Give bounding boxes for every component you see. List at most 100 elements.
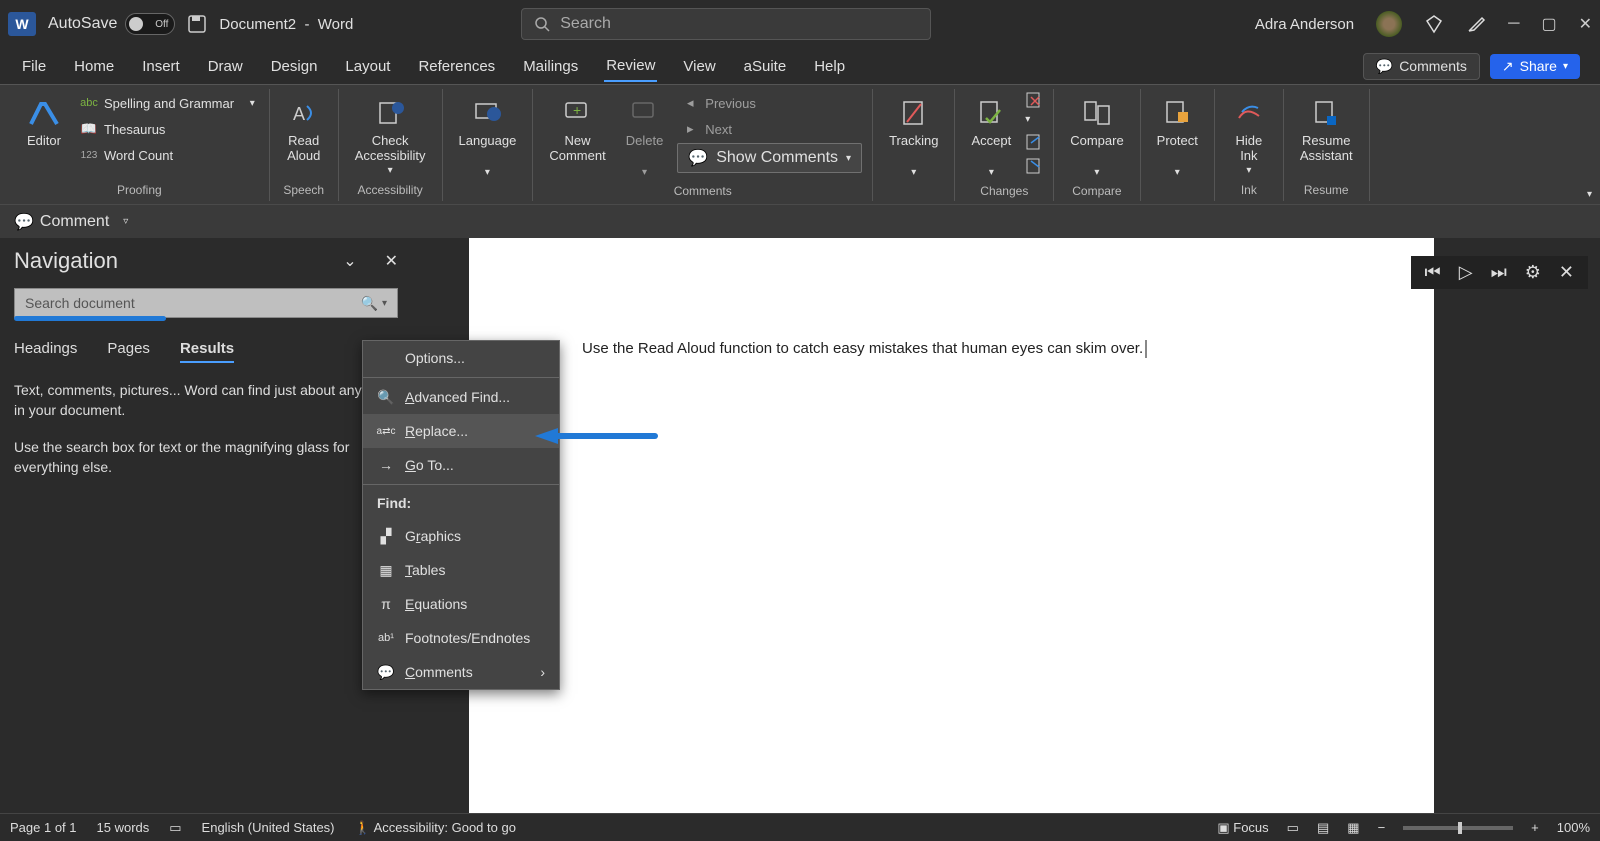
document-area[interactable]: Use the Read Aloud function to catch eas… [412, 238, 1600, 813]
tab-insert[interactable]: Insert [140, 52, 182, 81]
chevron-down-icon[interactable]: ▾ [388, 165, 393, 176]
previous-comment-button[interactable]: ◂Previous [677, 91, 862, 115]
hide-ink-button[interactable]: Hide Ink ▾ [1225, 91, 1273, 180]
document-name[interactable]: Document2 - Word [219, 16, 353, 33]
chevron-down-icon[interactable]: ▾ [989, 167, 994, 178]
avatar[interactable] [1376, 11, 1402, 37]
comments-button[interactable]: 💬 Comments [1363, 53, 1480, 80]
print-layout-icon[interactable]: ▤ [1317, 820, 1329, 836]
status-page[interactable]: Page 1 of 1 [10, 820, 77, 835]
ribbon: Editor abcSpelling and Grammar ▾ 📖Thesau… [0, 84, 1600, 204]
zoom-level[interactable]: 100% [1557, 820, 1590, 835]
nav-dropdown-icon[interactable]: ⌄ [343, 251, 356, 271]
document-page[interactable]: Use the Read Aloud function to catch eas… [469, 238, 1434, 813]
delete-comment-button[interactable]: Delete▾ [620, 91, 670, 182]
web-layout-icon[interactable]: ▦ [1347, 820, 1359, 836]
chevron-down-icon[interactable]: ▾ [1246, 165, 1251, 176]
menu-options[interactable]: Options... [363, 341, 559, 375]
new-comment-button[interactable]: + New Comment [543, 91, 611, 167]
chevron-down-icon[interactable]: ▾ [485, 167, 490, 178]
save-icon[interactable] [187, 14, 207, 34]
document-text[interactable]: Use the Read Aloud function to catch eas… [582, 340, 1147, 358]
status-words[interactable]: 15 words [97, 820, 150, 835]
autosave-toggle[interactable]: Off [125, 13, 175, 35]
compare-button[interactable]: Compare▾ [1064, 91, 1129, 182]
tab-mailings[interactable]: Mailings [521, 52, 580, 81]
word-count-button[interactable]: 123Word Count [76, 143, 259, 167]
play-icon[interactable]: ▷ [1459, 262, 1473, 283]
chevron-down-icon[interactable]: ▾ [642, 167, 647, 178]
thesaurus-button[interactable]: 📖Thesaurus [76, 117, 259, 141]
tab-view[interactable]: View [681, 52, 717, 81]
protect-button[interactable]: Protect▾ [1151, 91, 1204, 182]
resume-assistant-button[interactable]: Resume Assistant [1294, 91, 1359, 167]
rewind-icon[interactable]: ⏮ [1425, 262, 1441, 283]
spelling-button[interactable]: abcSpelling and Grammar ▾ [76, 91, 259, 115]
chevron-down-icon[interactable]: ▾ [846, 153, 851, 164]
tab-review[interactable]: Review [604, 51, 657, 82]
search-box[interactable]: Search [521, 8, 931, 40]
diamond-icon[interactable] [1424, 14, 1444, 34]
next-comment-button[interactable]: ▸Next [677, 117, 862, 141]
accept-button[interactable]: Accept▾ [965, 91, 1017, 182]
menu-tables[interactable]: ▦Tables [363, 553, 559, 587]
prev-change-icon[interactable] [1025, 133, 1043, 151]
nav-close-icon[interactable]: ✕ [385, 251, 398, 271]
close-button[interactable]: ✕ [1579, 14, 1592, 34]
menu-graphics[interactable]: ▞Graphics [363, 519, 559, 553]
language-button[interactable]: Language▾ [453, 91, 523, 182]
tab-design[interactable]: Design [269, 52, 320, 81]
forward-icon[interactable]: ⏭ [1491, 262, 1507, 283]
search-icon[interactable]: 🔍 [361, 295, 378, 312]
pen-icon[interactable] [1466, 14, 1486, 34]
next-change-icon[interactable] [1025, 157, 1043, 175]
check-accessibility-button[interactable]: Check Accessibility▾ [349, 91, 432, 180]
ribbon-collapse-icon[interactable]: ▾ [1587, 189, 1592, 200]
nav-tab-results[interactable]: Results [180, 340, 234, 363]
menu-advanced-find[interactable]: 🔍Advanced Find... [363, 380, 559, 414]
show-comments-button[interactable]: 💬Show Comments▾ [677, 143, 862, 173]
tab-draw[interactable]: Draw [206, 52, 245, 81]
menu-equations[interactable]: πEquations [363, 587, 559, 621]
tab-help[interactable]: Help [812, 52, 847, 81]
user-name[interactable]: Adra Anderson [1255, 16, 1354, 33]
prev-icon: ◂ [681, 94, 699, 112]
read-aloud-button[interactable]: A Read Aloud [280, 91, 328, 167]
tab-references[interactable]: References [416, 52, 497, 81]
chevron-down-icon[interactable]: ▾ [911, 167, 916, 178]
status-spellcheck-icon[interactable]: ▭ [169, 820, 181, 836]
reject-icon[interactable]: ▾ [1025, 91, 1043, 127]
tab-file[interactable]: File [20, 52, 48, 81]
zoom-in-button[interactable]: + [1531, 820, 1539, 835]
nav-search-input[interactable]: Search document 🔍 ▾ [14, 288, 398, 318]
tab-asuite[interactable]: aSuite [742, 52, 789, 81]
menu-goto[interactable]: →Go To... [363, 448, 559, 482]
status-language[interactable]: English (United States) [202, 820, 335, 835]
menu-comments[interactable]: 💬Comments› [363, 655, 559, 689]
chevron-down-icon[interactable]: ▾ [250, 98, 255, 109]
autosave-group[interactable]: AutoSave Off [48, 13, 175, 35]
close-icon[interactable]: ✕ [1559, 262, 1574, 283]
tracking-button[interactable]: Tracking▾ [883, 91, 944, 182]
tab-home[interactable]: Home [72, 52, 116, 81]
nav-tab-headings[interactable]: Headings [14, 340, 77, 363]
minimize-button[interactable]: ─ [1508, 15, 1519, 33]
tab-layout[interactable]: Layout [343, 52, 392, 81]
share-button[interactable]: ↗ Share ▾ [1490, 54, 1580, 79]
maximize-button[interactable]: ▢ [1541, 14, 1556, 34]
ribbon-group-language: Language▾ [443, 89, 534, 201]
nav-tab-pages[interactable]: Pages [107, 340, 150, 363]
search-options-icon[interactable]: ▾ [382, 298, 387, 309]
focus-mode-button[interactable]: ▣ Focus [1217, 820, 1268, 836]
read-mode-icon[interactable]: ▭ [1287, 820, 1299, 836]
chevron-down-icon[interactable]: ▾ [1175, 167, 1180, 178]
zoom-slider[interactable] [1403, 826, 1513, 830]
editor-button[interactable]: Editor [20, 91, 68, 152]
zoom-out-button[interactable]: − [1378, 820, 1386, 835]
chevron-down-icon[interactable]: ▾ [1094, 167, 1099, 178]
status-accessibility[interactable]: 🚶 Accessibility: Good to go [355, 820, 516, 836]
menu-footnotes[interactable]: ab¹Footnotes/Endnotes [363, 621, 559, 655]
qat-comment-button[interactable]: 💬Comment [14, 212, 109, 232]
settings-icon[interactable]: ⚙ [1525, 262, 1541, 283]
qat-customize-icon[interactable]: ▿ [123, 216, 128, 227]
